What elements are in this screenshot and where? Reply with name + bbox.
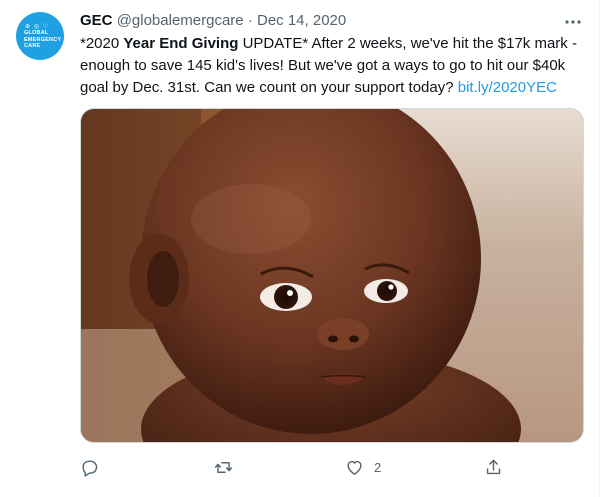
more-icon [565,20,581,24]
author-name[interactable]: GEC [80,12,113,29]
share-button[interactable] [484,455,503,479]
tweet[interactable]: ⊕ ◎ ♡ GLOBAL EMERGENCY CARE GEC @globale… [0,0,600,497]
tweet-header: GEC @globalemergcare · Dec 14, 2020 [80,11,346,31]
retweet-button[interactable] [214,455,233,479]
tweet-actions: 2 [80,455,510,479]
separator-dot: · [247,12,253,29]
like-button[interactable]: 2 [345,455,381,479]
share-icon [486,459,501,474]
tweet-text: *2020 Year End Giving UPDATE* After 2 we… [80,33,590,99]
more-options-button[interactable] [561,10,585,34]
reply-button[interactable] [80,455,99,479]
logo-text: GLOBAL EMERGENCY CARE [24,30,62,49]
heart-icon [347,460,362,475]
avatar[interactable]: ⊕ ◎ ♡ GLOBAL EMERGENCY CARE [16,12,64,60]
author-handle[interactable]: @globalemergcare [117,12,244,29]
tweet-text-bold: Year End Giving [123,35,239,52]
logo-symbols: ⊕ ◎ ♡ [25,24,49,30]
reply-icon [82,459,98,477]
tweet-date[interactable]: Dec 14, 2020 [257,12,346,29]
tweet-photo[interactable] [80,108,584,443]
tweet-link[interactable]: bit.ly/2020YEC [458,79,557,96]
like-count: 2 [374,459,382,475]
retweet-icon [214,461,233,473]
child-portrait-image [81,109,583,442]
tweet-text-part: *2020 [80,35,124,52]
